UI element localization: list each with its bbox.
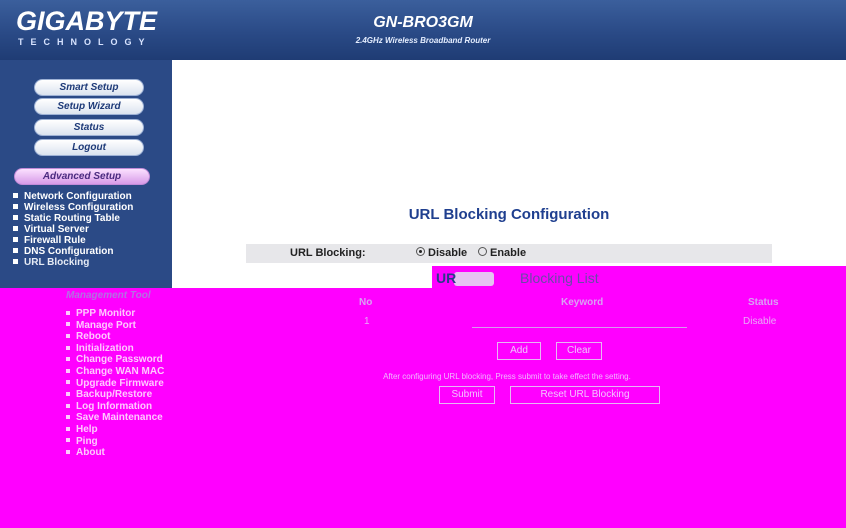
keyword-input[interactable]: [472, 315, 687, 328]
bullet-icon: [13, 204, 18, 210]
reset-url-blocking-button[interactable]: Reset URL Blocking: [510, 386, 660, 404]
sidebar-item-wireless-configuration[interactable]: Wireless Configuration: [12, 202, 133, 213]
model-title: GN-BRO3GM: [373, 14, 473, 31]
bullet-icon: [66, 449, 70, 454]
logout-button[interactable]: Logout: [34, 139, 144, 156]
mgmt-item-change-wan-mac[interactable]: Change WAN MAC: [66, 366, 164, 378]
table-cell-no: 1: [364, 316, 370, 327]
bullet-icon: [66, 380, 70, 385]
smart-setup-button[interactable]: Smart Setup: [34, 79, 144, 96]
bullet-icon: [66, 368, 70, 373]
status-button[interactable]: Status: [34, 119, 144, 136]
management-tool-title: Management Tool: [66, 290, 151, 301]
mgmt-item-initialization[interactable]: Initialization: [66, 343, 164, 355]
advanced-setup-button[interactable]: Advanced Setup: [14, 168, 150, 185]
sidebar-item-static-routing-table[interactable]: Static Routing Table: [12, 213, 133, 224]
sidebar-item-dns-configuration[interactable]: DNS Configuration: [12, 246, 133, 257]
bullet-icon: [13, 193, 18, 199]
bullet-icon: [66, 322, 70, 327]
submit-note: After configuring URL blocking, Press su…: [383, 372, 631, 381]
mgmt-item-upgrade-firmware[interactable]: Upgrade Firmware: [66, 378, 164, 390]
radio-selected-icon: [416, 247, 425, 256]
bullet-icon: [66, 426, 70, 431]
mgmt-item-help[interactable]: Help: [66, 424, 164, 436]
bullet-icon: [66, 334, 70, 339]
sidebar-item-firewall-rule[interactable]: Firewall Rule: [12, 235, 133, 246]
radio-disable[interactable]: Disable: [416, 247, 467, 259]
sidebar-item-url-blocking[interactable]: URL Blocking: [12, 257, 133, 268]
url-blocking-row: URL Blocking: Disable Enable: [246, 244, 772, 263]
table-header-status: Status: [748, 297, 779, 308]
bullet-icon: [66, 403, 70, 408]
radio-unselected-icon: [478, 247, 487, 256]
list-title-blob: [454, 272, 494, 286]
magenta-overlay-top: [432, 266, 846, 290]
submit-button[interactable]: Submit: [439, 386, 495, 404]
bullet-icon: [13, 248, 18, 254]
mgmt-item-save-maintenance[interactable]: Save Maintenance: [66, 412, 164, 424]
bullet-icon: [66, 345, 70, 350]
app-header: GIGABYTE TECHNOLOGY GN-BRO3GM 2.4GHz Wir…: [0, 0, 846, 60]
table-header-no: No: [359, 297, 373, 308]
bullet-icon: [66, 310, 70, 315]
add-button[interactable]: Add: [497, 342, 541, 360]
mgmt-item-change-password[interactable]: Change Password: [66, 354, 164, 366]
mgmt-item-log-information[interactable]: Log Information: [66, 401, 164, 413]
bullet-icon: [66, 415, 70, 420]
sidebar-item-network-configuration[interactable]: Network Configuration: [12, 191, 133, 202]
mgmt-item-reboot[interactable]: Reboot: [66, 331, 164, 343]
bullet-icon: [66, 438, 70, 443]
bullet-icon: [13, 237, 18, 243]
bullet-icon: [66, 357, 70, 362]
mgmt-item-about[interactable]: About: [66, 447, 164, 459]
url-blocking-label: URL Blocking:: [290, 247, 366, 259]
bullet-icon: [13, 226, 18, 232]
model-subtitle: 2.4GHz Wireless Broadband Router: [355, 36, 491, 45]
mgmt-item-backup-restore[interactable]: Backup/Restore: [66, 389, 164, 401]
advanced-menu: Network Configuration Wireless Configura…: [12, 191, 133, 268]
page-title: URL Blocking Configuration: [408, 206, 610, 223]
table-cell-status[interactable]: Disable: [743, 316, 776, 327]
bullet-icon: [13, 259, 18, 265]
list-title-prefix: UR: [436, 270, 457, 286]
sidebar-item-virtual-server[interactable]: Virtual Server: [12, 224, 133, 235]
bullet-icon: [66, 392, 70, 397]
table-header-keyword: Keyword: [561, 297, 604, 308]
mgmt-item-ping[interactable]: Ping: [66, 436, 164, 448]
radio-enable[interactable]: Enable: [478, 247, 526, 259]
mgmt-item-manage-port[interactable]: Manage Port: [66, 320, 164, 332]
mgmt-item-ppp-monitor[interactable]: PPP Monitor: [66, 308, 164, 320]
management-menu: PPP Monitor Manage Port Reboot Initializ…: [66, 308, 164, 459]
setup-wizard-button[interactable]: Setup Wizard: [34, 98, 144, 115]
clear-button[interactable]: Clear: [556, 342, 602, 360]
bullet-icon: [13, 215, 18, 221]
list-title: Blocking List: [520, 270, 599, 286]
